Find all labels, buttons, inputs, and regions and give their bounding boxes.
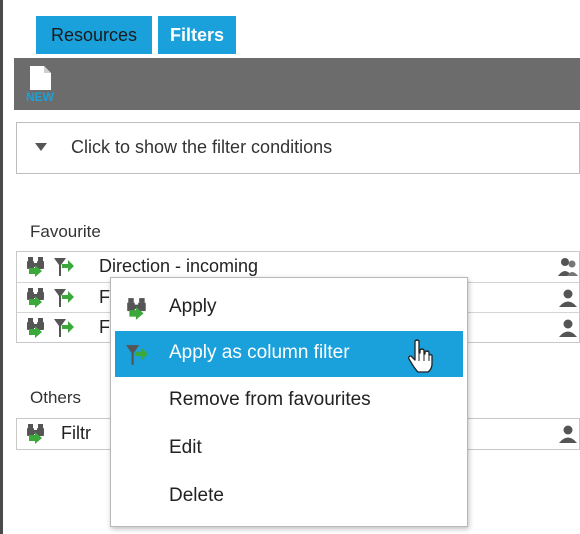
funnel-arrow-icon	[54, 289, 74, 307]
binoculars-apply-icon	[27, 257, 44, 277]
user-icon	[559, 425, 577, 443]
new-document-icon: NEW	[26, 66, 55, 104]
funnel-arrow-icon	[54, 258, 74, 276]
menu-item-edit[interactable]: Edit	[115, 426, 463, 472]
funnel-arrow-icon	[54, 319, 74, 337]
menu-item-remove-from-favourites[interactable]: Remove from favourites	[115, 378, 463, 424]
user-icon	[559, 289, 577, 307]
binoculars-apply-icon	[27, 288, 44, 308]
menu-item-label: Apply	[169, 296, 217, 317]
others-section-label: Others	[30, 388, 82, 407]
context-menu: Apply Apply as column filter Remove from…	[110, 277, 468, 527]
filter-conditions-label: Click to show the filter conditions	[71, 137, 333, 157]
binoculars-apply-icon	[27, 318, 44, 338]
expand-triangle-icon	[35, 143, 47, 151]
menu-item-label: Delete	[169, 485, 224, 506]
hand-pointer-cursor-icon	[408, 339, 433, 373]
menu-item-label: Apply as column filter	[169, 342, 350, 363]
shared-users-icon	[558, 258, 578, 276]
filter-conditions-toggle[interactable]: Click to show the filter conditions	[16, 122, 580, 174]
menu-item-apply[interactable]: Apply	[115, 285, 463, 331]
binoculars-apply-icon	[127, 298, 146, 320]
new-label: NEW	[26, 90, 55, 104]
filter-name: F	[99, 287, 110, 307]
favourite-section-label: Favourite	[30, 222, 101, 241]
user-icon	[559, 319, 577, 337]
menu-item-label: Remove from favourites	[169, 389, 371, 410]
menu-item-apply-as-column-filter[interactable]: Apply as column filter	[115, 331, 463, 377]
funnel-arrow-icon	[126, 345, 148, 365]
binoculars-apply-icon	[27, 424, 44, 444]
tab-bar: Resources Filters	[36, 16, 237, 54]
filter-name: Filtr	[61, 423, 91, 443]
filter-name: F	[99, 317, 110, 337]
menu-item-label: Edit	[169, 437, 202, 458]
tab-resources[interactable]: Resources	[36, 16, 153, 54]
toolbar: NEW	[14, 58, 580, 110]
tab-filters[interactable]: Filters	[158, 16, 237, 54]
filters-panel: Resources Filters NEW Click to show the …	[0, 0, 580, 534]
panel-left-border	[0, 0, 3, 534]
new-filter-button[interactable]: NEW	[20, 64, 60, 104]
filter-name: Direction - incoming	[99, 256, 259, 276]
menu-item-delete[interactable]: Delete	[115, 474, 463, 520]
